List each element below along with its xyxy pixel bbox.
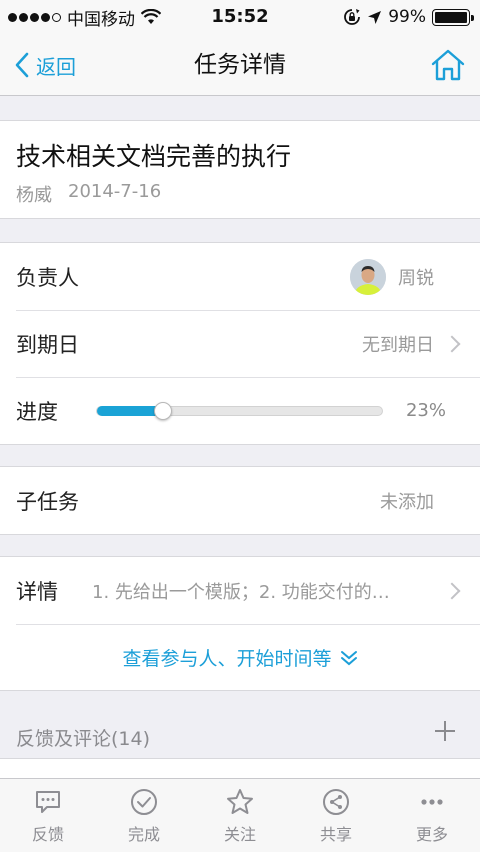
due-date-value: 无到期日 xyxy=(362,334,434,356)
progress-label: 进度 xyxy=(16,399,58,424)
avatar xyxy=(350,259,386,295)
task-fields: 负责人 周锐 到期日 无到期日 进度 23% xyxy=(0,242,480,445)
subtask-section: 子任务 未添加 xyxy=(0,466,480,535)
more-tab-label: 更多 xyxy=(415,824,448,844)
complete-tab[interactable]: 完成 xyxy=(96,779,192,852)
chat-bubble-icon xyxy=(36,790,60,813)
subtask-row[interactable]: 子任务 未添加 xyxy=(0,467,480,534)
battery-percent: 99% xyxy=(388,7,426,27)
status-bar: 中国移动 15:52 99% xyxy=(0,0,480,34)
status-right: 99% xyxy=(343,0,474,34)
due-date-row[interactable]: 到期日 无到期日 xyxy=(0,310,480,377)
share-icon xyxy=(323,788,349,815)
show-more-link[interactable]: 查看参与人、开始时间等 xyxy=(0,644,480,671)
details-section: 详情 1. 先给出一个模版；2. 功能交付的… 查看参与人、开始时间等 xyxy=(0,556,480,691)
home-icon[interactable] xyxy=(430,47,466,83)
rotation-lock-icon xyxy=(344,9,361,25)
star-icon xyxy=(227,788,253,814)
task-title: 技术相关文档完善的执行 xyxy=(16,142,292,171)
check-circle-icon xyxy=(131,788,157,815)
chevron-right-icon xyxy=(443,335,461,352)
nav-bar: 返回 任务详情 xyxy=(0,34,480,96)
share-tab[interactable]: 共享 xyxy=(288,779,384,852)
owner-row[interactable]: 负责人 周锐 xyxy=(0,243,480,310)
subtask-label: 子任务 xyxy=(16,489,79,514)
feedback-list xyxy=(0,758,480,778)
task-author: 杨威 xyxy=(16,185,52,206)
share-tab-label: 共享 xyxy=(319,824,352,844)
bottom-toolbar: 反馈 完成 关注 共享 更多 xyxy=(0,778,480,852)
feedback-title: 反馈及评论(14) xyxy=(16,728,151,750)
feedback-header: 反馈及评论(14) xyxy=(0,712,480,758)
show-more-label: 查看参与人、开始时间等 xyxy=(122,648,332,670)
details-text: 1. 先给出一个模版；2. 功能交付的… xyxy=(92,581,390,603)
chevron-right-icon xyxy=(443,582,461,599)
progress-value: 23% xyxy=(405,400,446,421)
owner-label: 负责人 xyxy=(16,265,79,290)
progress-slider[interactable] xyxy=(96,402,383,420)
location-arrow-icon xyxy=(368,10,382,24)
owner-name: 周锐 xyxy=(398,267,434,289)
subtask-value: 未添加 xyxy=(380,491,434,513)
double-chevron-down-icon xyxy=(340,650,357,665)
feedback-tab[interactable]: 反馈 xyxy=(0,779,96,852)
due-date-label: 到期日 xyxy=(16,332,79,357)
more-tab[interactable]: 更多 xyxy=(384,779,480,852)
follow-tab-label: 关注 xyxy=(223,824,256,844)
feedback-tab-label: 反馈 xyxy=(31,824,64,844)
task-date: 2014-7-16 xyxy=(68,181,162,202)
details-label: 详情 xyxy=(16,579,58,604)
task-meta: 杨威 2014-7-16 xyxy=(16,181,161,207)
progress-slider-handle[interactable] xyxy=(154,402,172,420)
complete-tab-label: 完成 xyxy=(127,824,160,844)
progress-row: 进度 23% xyxy=(0,377,480,444)
details-row[interactable]: 详情 1. 先给出一个模版；2. 功能交付的… xyxy=(0,557,480,624)
more-info-row: 查看参与人、开始时间等 xyxy=(0,624,480,691)
page-title: 任务详情 xyxy=(194,52,286,78)
task-header: 技术相关文档完善的执行 杨威 2014-7-16 xyxy=(0,120,480,219)
follow-tab[interactable]: 关注 xyxy=(192,779,288,852)
more-dots-icon xyxy=(421,798,443,805)
add-feedback-button[interactable] xyxy=(434,720,456,742)
battery-icon xyxy=(432,8,474,26)
